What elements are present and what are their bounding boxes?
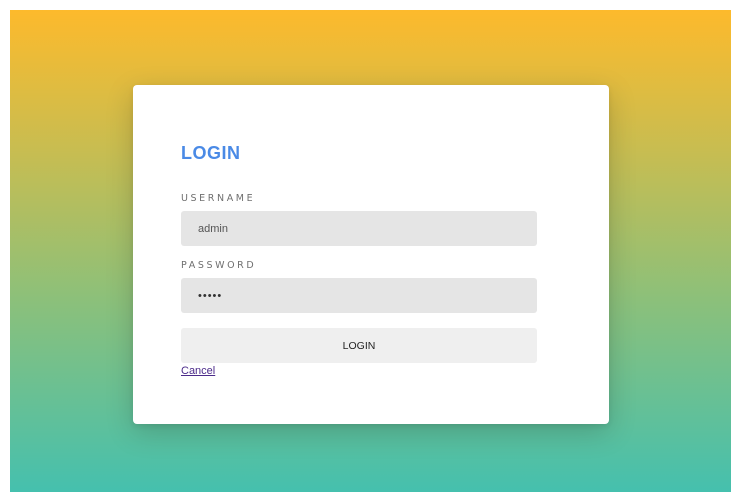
- username-label: USERNAME: [181, 193, 256, 204]
- login-card: LOGIN USERNAME PASSWORD LOGIN Cancel: [133, 85, 609, 424]
- password-label: PASSWORD: [181, 260, 257, 271]
- login-title: LOGIN: [181, 143, 241, 163]
- cancel-link[interactable]: Cancel: [181, 365, 215, 377]
- page-background: LOGIN USERNAME PASSWORD LOGIN Cancel: [10, 10, 731, 492]
- login-button[interactable]: LOGIN: [181, 328, 537, 363]
- password-input[interactable]: [181, 278, 537, 313]
- username-input[interactable]: [181, 211, 537, 246]
